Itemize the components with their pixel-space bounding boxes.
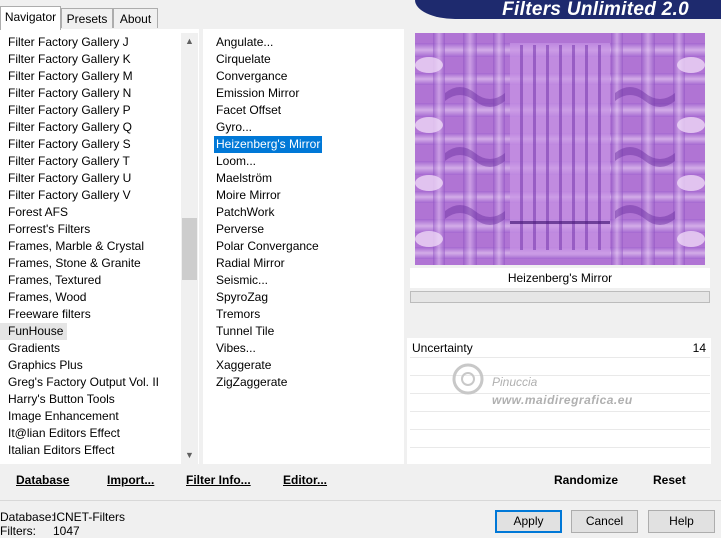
apply-button[interactable]: Apply xyxy=(495,510,562,533)
editor-button[interactable]: Editor... xyxy=(283,473,327,487)
database-status-label: Database: xyxy=(0,510,55,524)
category-list[interactable]: Filter Factory Gallery J Filter Factory G… xyxy=(0,29,199,464)
category-item[interactable]: Gradients xyxy=(0,340,199,357)
category-item[interactable]: Frames, Wood xyxy=(0,289,199,306)
category-item[interactable]: Image Enhancement xyxy=(0,408,199,425)
category-item[interactable]: Greg's Factory Output Vol. II xyxy=(0,374,199,391)
filter-item[interactable]: Loom... xyxy=(214,153,258,170)
watermark-url: www.maidiregrafica.eu xyxy=(492,393,633,407)
app-title: Filters Unlimited 2.0 xyxy=(502,0,689,19)
category-item[interactable]: Frames, Marble & Crystal xyxy=(0,238,199,255)
import-button[interactable]: Import... xyxy=(107,473,154,487)
category-item[interactable]: Filter Factory Gallery V xyxy=(0,187,199,204)
filter-item[interactable]: Moire Mirror xyxy=(214,187,283,204)
category-item[interactable]: FunHouse xyxy=(0,323,68,340)
filter-item[interactable]: Xaggerate xyxy=(214,357,273,374)
param-row-uncertainty[interactable]: Uncertainty 14 xyxy=(410,340,710,358)
param-value[interactable]: 14 xyxy=(693,341,706,355)
category-item[interactable]: It@lian Editors Effect xyxy=(0,425,199,442)
filter-info-button[interactable]: Filter Info... xyxy=(186,473,251,487)
tab-about[interactable]: About xyxy=(113,8,158,28)
category-item[interactable]: Forrest's Filters xyxy=(0,221,199,238)
help-button[interactable]: Help xyxy=(648,510,715,533)
category-item[interactable]: Harry's Button Tools xyxy=(0,391,199,408)
filter-item[interactable]: Cirquelate xyxy=(214,51,273,68)
category-item[interactable]: Filter Factory Gallery U xyxy=(0,170,199,187)
filter-list[interactable]: Angulate... Cirquelate Convergance Emission… xyxy=(203,29,404,464)
param-row-empty xyxy=(410,430,710,448)
preview-image xyxy=(415,33,705,265)
filter-item[interactable]: Tunnel Tile xyxy=(214,323,276,340)
watermark: Pinuccia www.maidiregrafica.eu xyxy=(440,360,700,415)
filter-item[interactable]: Gyro... xyxy=(214,119,254,136)
category-item[interactable]: Filter Factory Gallery J xyxy=(0,34,199,51)
category-item[interactable]: Filter Factory Gallery S xyxy=(0,136,199,153)
filter-name-caption: Heizenberg's Mirror xyxy=(410,268,710,288)
scrollbar-thumb[interactable] xyxy=(182,218,197,280)
category-item[interactable]: Filter Factory Gallery Q xyxy=(0,119,199,136)
category-item[interactable]: Filter Factory Gallery N xyxy=(0,85,199,102)
title-banner: Filters Unlimited 2.0 xyxy=(415,0,721,19)
filter-item[interactable]: Heizenberg's Mirror xyxy=(214,136,323,153)
reset-button[interactable]: Reset xyxy=(653,473,686,487)
filters-count-value: 1047 xyxy=(53,524,80,538)
cancel-button[interactable]: Cancel xyxy=(571,510,638,533)
randomize-button[interactable]: Randomize xyxy=(554,473,618,487)
param-label: Uncertainty xyxy=(412,341,473,355)
filter-item[interactable]: Tremors xyxy=(214,306,262,323)
filters-count-label: Filters: xyxy=(0,524,36,538)
watermark-logo-icon xyxy=(452,363,484,395)
filter-item[interactable]: Radial Mirror xyxy=(214,255,287,272)
category-item[interactable]: Filter Factory Gallery T xyxy=(0,153,199,170)
filter-item[interactable]: Angulate... xyxy=(214,34,275,51)
divider xyxy=(0,500,721,501)
filter-item[interactable]: Seismic... xyxy=(214,272,270,289)
filter-item[interactable]: Emission Mirror xyxy=(214,85,301,102)
filter-item[interactable]: Vibes... xyxy=(214,340,258,357)
filter-item[interactable]: ZigZaggerate xyxy=(214,374,289,391)
category-item[interactable]: Filter Factory Gallery K xyxy=(0,51,199,68)
filter-item[interactable]: SpyroZag xyxy=(214,289,270,306)
category-item[interactable]: Frames, Textured xyxy=(0,272,199,289)
category-item[interactable]: Filter Factory Gallery P xyxy=(0,102,199,119)
scroll-down-icon[interactable]: ▼ xyxy=(181,447,198,464)
category-item[interactable]: Freeware filters xyxy=(0,306,199,323)
progress-bar xyxy=(410,291,710,303)
filter-item[interactable]: PatchWork xyxy=(214,204,276,221)
tab-presets[interactable]: Presets xyxy=(61,8,113,28)
filter-item[interactable]: Polar Convergance xyxy=(214,238,321,255)
category-item[interactable]: Filter Factory Gallery M xyxy=(0,68,199,85)
database-button[interactable]: Database xyxy=(16,473,69,487)
tab-navigator[interactable]: Navigator xyxy=(0,6,61,30)
database-status-value: ICNET-Filters xyxy=(53,510,125,524)
watermark-name: Pinuccia xyxy=(492,375,538,389)
scroll-up-icon[interactable]: ▲ xyxy=(181,33,198,50)
preview-pattern xyxy=(415,33,705,265)
category-item[interactable]: Graphics Plus xyxy=(0,357,199,374)
filter-item[interactable]: Facet Offset xyxy=(214,102,283,119)
category-item[interactable]: Frames, Stone & Granite xyxy=(0,255,199,272)
filter-item[interactable]: Perverse xyxy=(214,221,266,238)
category-item[interactable]: Forest AFS xyxy=(0,204,199,221)
filter-item[interactable]: Maelström xyxy=(214,170,274,187)
category-scrollbar[interactable]: ▲ ▼ xyxy=(181,33,198,464)
filter-item[interactable]: Convergance xyxy=(214,68,289,85)
category-item[interactable]: Italian Editors Effect xyxy=(0,442,199,459)
